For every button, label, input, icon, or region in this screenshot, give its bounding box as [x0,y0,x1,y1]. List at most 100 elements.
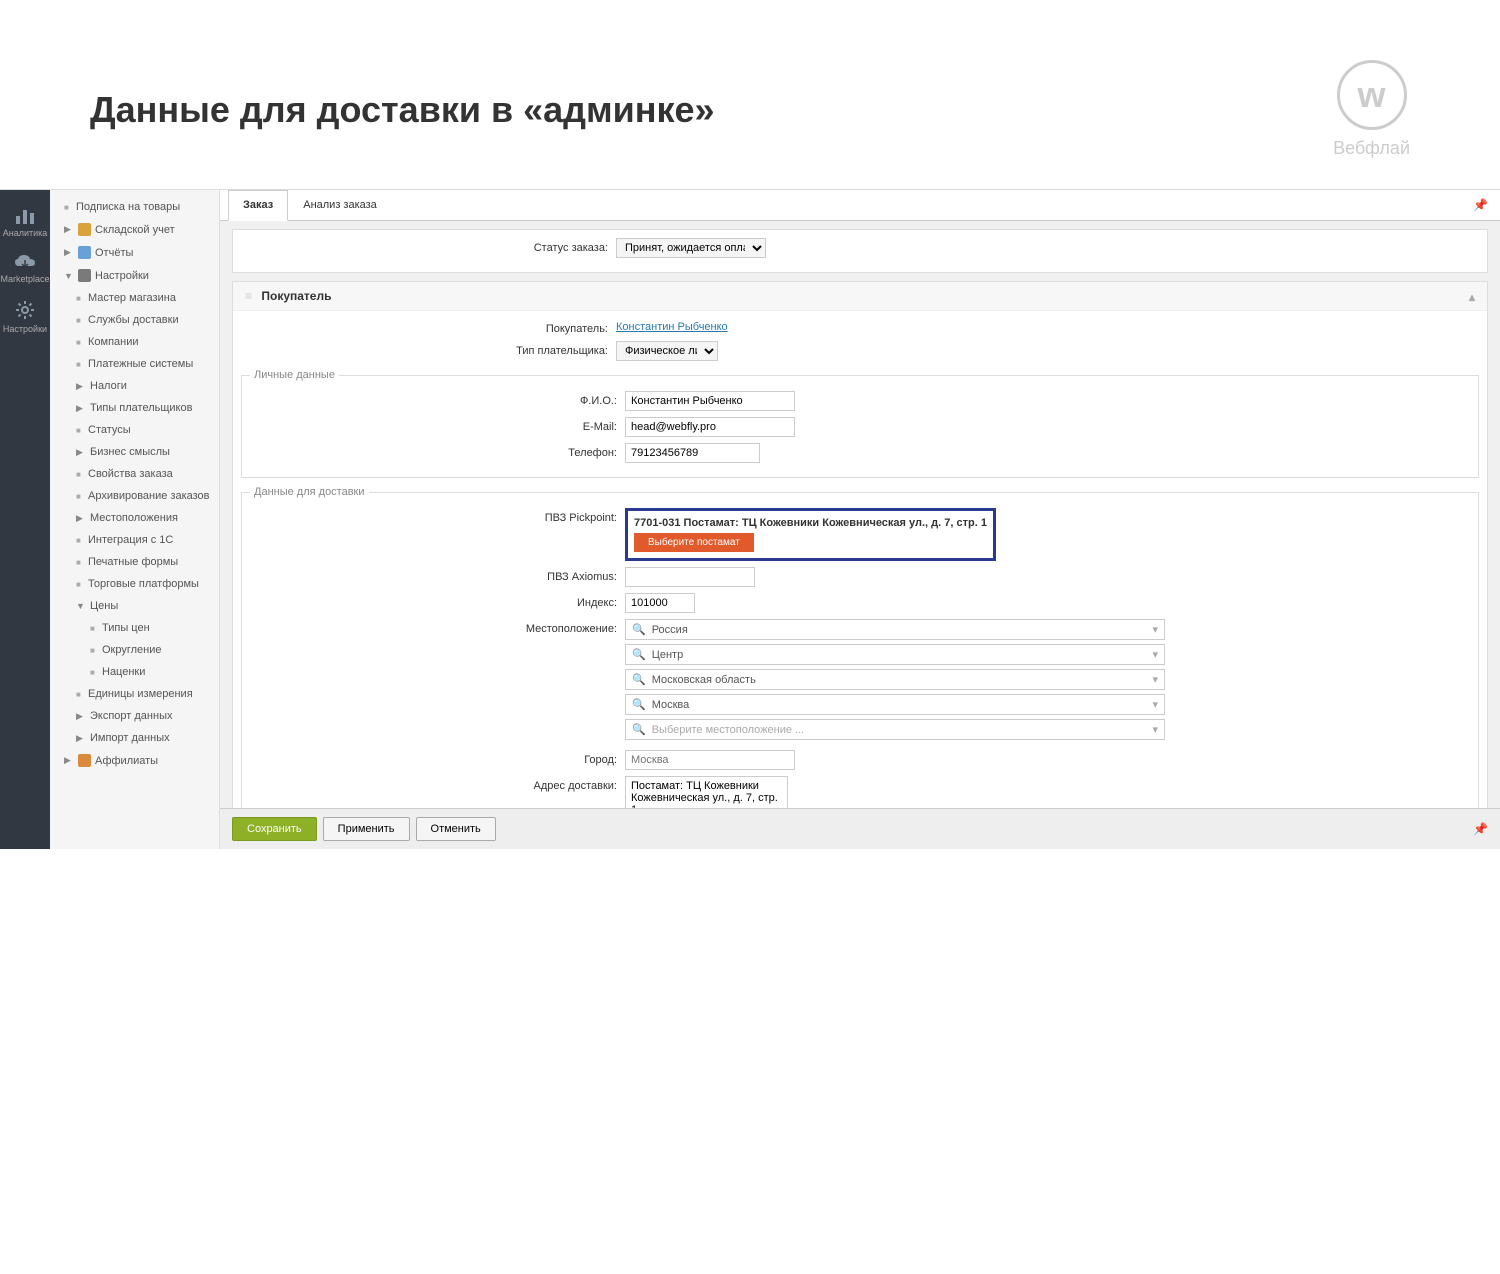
tab-bar: Заказ Анализ заказа 📌 [220,190,1500,221]
sidebar-item[interactable]: ▼Настройки [50,264,219,287]
chevron-down-icon: ▾ [1152,623,1158,636]
sidebar-item-label: Подписка на товары [76,201,180,213]
sidebar-item[interactable]: ▶ Типы плательщиков [50,397,219,419]
sidebar-item[interactable]: ■Статусы [50,419,219,441]
expand-arrow-icon: ▶ [76,447,86,458]
sidebar-item[interactable]: ■ Платежные системы [50,353,219,375]
search-icon: 🔍 [632,648,646,661]
fio-input[interactable] [625,391,795,411]
phone-input[interactable] [625,443,760,463]
expand-arrow-icon: ▶ [64,224,74,235]
loc-region-select[interactable]: 🔍Центр▾ [625,644,1165,665]
gear-icon [15,300,35,320]
content-scroll: Статус заказа: Принят, ожидается оплата … [220,221,1500,849]
sidebar-item-label: Отчёты [95,247,133,259]
bullet-icon: ■ [76,360,84,369]
bullet-icon: ■ [90,668,98,677]
sidebar-item[interactable]: ▶Импорт данных [50,727,219,749]
save-button[interactable]: Сохранить [232,817,317,841]
admin-app: Аналитика Marketplace Настройки ■ Подписк… [0,189,1500,849]
order-status-select[interactable]: Принят, ожидается оплата [616,238,766,258]
loc-city-select[interactable]: 🔍Москва▾ [625,694,1165,715]
loc-extra-select[interactable]: 🔍Выберите местоположение ...▾ [625,719,1165,740]
sidebar-item[interactable]: ■Службы доставки [50,309,219,331]
pin-icon[interactable]: 📌 [1473,822,1488,836]
expand-arrow-icon: ▶ [76,513,86,524]
sidebar-item[interactable]: ■Единицы измерения [50,683,219,705]
bullet-icon: ■ [90,646,98,655]
buyer-link[interactable]: Константин Рыбченко [616,321,728,333]
sidebar-item-label: Торговые платформы [88,578,199,590]
bullet-icon: ■ [76,536,84,545]
loc-oblast-select[interactable]: 🔍Московская область▾ [625,669,1165,690]
sidebar-item[interactable]: ▶Налоги [50,375,219,397]
collapse-arrow-icon: ▼ [76,601,86,611]
axiomus-input[interactable] [625,567,755,587]
sidebar-item-label: Свойства заказа [88,468,173,480]
cancel-button[interactable]: Отменить [416,817,496,841]
sidebar-item[interactable]: ▶Отчёты [50,241,219,264]
select-postamat-button[interactable]: Выберите постамат [634,533,754,552]
sidebar-item[interactable]: ■Свойства заказа [50,463,219,485]
sidebar-item[interactable]: ■ Наценки [50,661,219,683]
sidebar-item[interactable]: ■Печатные формы [50,551,219,573]
payer-type-label: Тип плательщика: [241,341,616,357]
expand-arrow-icon: ▶ [76,403,86,414]
pickpoint-text: 7701-031 Постамат: ТЦ Кожевники Кожевнич… [634,517,987,529]
sidebar-item[interactable]: ■Компании [50,331,219,353]
address-label: Адрес доставки: [250,776,625,792]
sidebar-item-label: Типы плательщиков [90,402,192,414]
sidebar-item-label: Службы доставки [88,314,179,326]
apply-button[interactable]: Применить [323,817,410,841]
sidebar-item[interactable]: ■Торговые платформы [50,573,219,595]
search-icon: 🔍 [632,723,646,736]
sidebar-item-label: Местоположения [90,512,178,524]
location-label: Местоположение: [250,619,625,635]
sidebar-item[interactable]: ■Архивирование заказов [50,485,219,507]
loc-country-select[interactable]: 🔍Россия▾ [625,619,1165,640]
order-status-label: Статус заказа: [241,238,616,254]
sidebar-item-label: Бизнес смыслы [90,446,170,458]
tab-order[interactable]: Заказ [228,190,288,221]
personal-fieldset: Личные данные Ф.И.О.: E-Mail: Телефон: [241,369,1479,478]
bullet-icon: ■ [90,624,98,633]
index-input[interactable] [625,593,695,613]
affiliate-icon [78,754,91,767]
iconbar-marketplace[interactable]: Marketplace [0,246,50,292]
email-label: E-Mail: [250,417,625,433]
bullet-icon: ■ [64,203,72,212]
pin-icon[interactable]: 📌 [1473,198,1488,212]
sidebar-item-label: Аффилиаты [95,755,158,767]
tab-analysis[interactable]: Анализ заказа [288,190,392,220]
sidebar-item[interactable]: ▼Цены [50,595,219,617]
expand-arrow-icon: ▶ [76,381,86,392]
iconbar-settings[interactable]: Настройки [0,292,50,342]
expand-arrow-icon: ▶ [76,733,86,744]
drag-handle-icon[interactable]: ≡ [245,289,252,303]
chevron-down-icon: ▾ [1152,673,1158,686]
search-icon: 🔍 [632,623,646,636]
house-icon [78,223,91,236]
sidebar-item[interactable]: ■ Интеграция с 1С [50,529,219,551]
sidebar-item-label: Интеграция с 1С [88,534,173,546]
email-input[interactable] [625,417,795,437]
iconbar-analytics[interactable]: Аналитика [0,198,50,246]
sidebar-item[interactable]: ▶ Складской учет [50,218,219,241]
sidebar-item[interactable]: ■Мастер магазина [50,287,219,309]
sidebar-item[interactable]: ▶Экспорт данных [50,705,219,727]
payer-type-select[interactable]: Физическое лицо [1] [616,341,718,361]
sidebar-item-label: Наценки [102,666,145,678]
sidebar-item[interactable]: ▶ Бизнес смыслы [50,441,219,463]
bullet-icon: ■ [76,426,84,435]
left-iconbar: Аналитика Marketplace Настройки [0,190,50,849]
sidebar-item[interactable]: ■Округление [50,639,219,661]
report-icon [78,246,91,259]
sidebar-item[interactable]: ■ Подписка на товары [50,196,219,218]
collapse-icon[interactable]: ▴ [1469,290,1475,304]
sidebar-item[interactable]: ▶Аффилиаты [50,749,219,772]
sidebar-item-label: Складской учет [95,224,175,236]
sidebar-item-label: Платежные системы [88,358,193,370]
sidebar-item[interactable]: ▶ Местоположения [50,507,219,529]
sidebar-item[interactable]: ■Типы цен [50,617,219,639]
city-input[interactable] [625,750,795,770]
